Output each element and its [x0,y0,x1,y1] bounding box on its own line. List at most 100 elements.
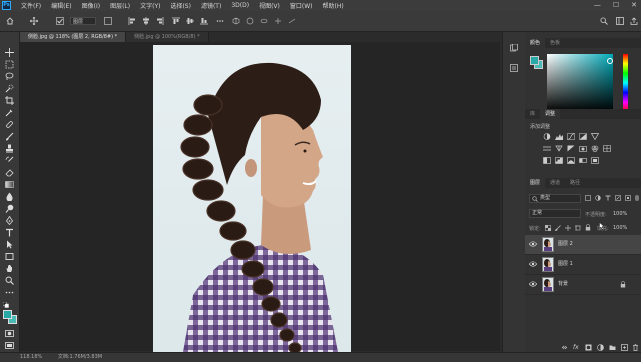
lasso-tool-icon[interactable] [5,72,14,81]
tab-libraries[interactable]: 库 [525,109,540,119]
history-panel-icon[interactable] [510,44,518,52]
black-white-icon[interactable] [567,145,575,152]
threshold-icon[interactable] [567,157,575,164]
exposure-icon[interactable] [579,133,587,140]
clone-stamp-tool-icon[interactable] [5,144,14,153]
3d-mode-icon[interactable] [232,17,240,25]
align-center-icon[interactable] [142,17,150,25]
pen-tool-icon[interactable] [5,216,14,225]
align-left-icon[interactable] [128,17,136,25]
more-tools-icon[interactable] [5,288,14,297]
channel-mixer-icon[interactable] [591,145,599,152]
hue-saturation-icon[interactable] [543,145,551,152]
tab-channels[interactable]: 通道 [545,178,565,188]
filter-toggle[interactable] [635,195,639,201]
visibility-eye-icon[interactable] [529,261,537,267]
history-brush-tool-icon[interactable] [5,156,14,165]
move-tool-icon[interactable] [5,48,14,57]
tab-paths[interactable]: 路径 [565,178,585,188]
invert-icon[interactable] [543,157,551,164]
layer-row[interactable]: 图层 1 [525,255,641,275]
menu-select[interactable]: 选择(S) [170,1,191,10]
path-selection-tool-icon[interactable] [5,240,14,249]
auto-select-target-dropdown[interactable]: 图层 [70,17,96,25]
menu-image[interactable]: 图像(I) [82,1,100,10]
document-image[interactable] [153,45,351,352]
hand-tool-icon[interactable] [5,264,14,273]
link-layers-icon[interactable] [561,344,568,351]
color-lookup-icon[interactable] [603,145,611,152]
layer-row[interactable]: 背景 [525,275,641,295]
lock-transparent-pixels-icon[interactable] [545,225,551,231]
eyedropper-tool-icon[interactable] [5,108,14,117]
tab-color[interactable]: 颜色 [525,38,546,48]
home-icon[interactable] [6,17,14,25]
3d-drag-icon[interactable] [274,17,282,25]
levels-icon[interactable] [555,133,563,140]
filter-shape-icon[interactable] [615,195,621,201]
opacity-value[interactable]: 100% [613,211,627,217]
crop-tool-icon[interactable] [5,96,14,105]
menu-type[interactable]: 文字(Y) [140,1,160,10]
quick-mask-icon[interactable] [5,329,14,338]
lock-image-pixels-icon[interactable] [555,225,561,231]
layer-style-icon[interactable]: fx [573,344,579,351]
filter-type-icon[interactable] [605,195,611,201]
brightness-contrast-icon[interactable] [543,133,551,140]
align-bottom-icon[interactable] [200,17,208,25]
add-mask-icon[interactable] [585,344,592,351]
menu-3d[interactable]: 3D(D) [231,2,249,9]
curves-icon[interactable] [567,133,575,140]
selective-color-icon[interactable] [591,157,599,164]
foreground-color-swatch[interactable] [3,310,12,319]
move-tool-icon[interactable] [30,17,38,25]
show-transform-controls-checkbox[interactable] [104,17,112,25]
gradient-map-icon[interactable] [579,157,587,164]
lock-all-icon[interactable] [585,224,591,231]
color-panel-foreground-swatch[interactable] [530,56,539,65]
menu-help[interactable]: 帮助(H) [323,1,344,10]
maximize-button[interactable]: ☐ [613,1,619,9]
properties-panel-icon[interactable] [510,64,518,72]
layer-name[interactable]: 图层 1 [558,255,573,274]
rectangle-tool-icon[interactable] [5,252,14,261]
hue-slider[interactable] [623,54,628,112]
menu-layer[interactable]: 图层(L) [110,1,130,10]
screen-mode-icon[interactable] [5,341,14,350]
share-icon[interactable] [630,17,638,25]
eraser-tool-icon[interactable] [5,168,14,177]
lock-artboard-icon[interactable] [575,225,581,231]
3d-roll-icon[interactable] [260,17,268,25]
filter-smart-object-icon[interactable] [625,195,631,201]
align-top-icon[interactable] [172,17,180,25]
zoom-tool-icon[interactable] [5,276,14,285]
healing-brush-tool-icon[interactable] [5,120,14,129]
visibility-eye-icon[interactable] [529,241,537,247]
tab-document-1[interactable]: 侧脸.jpg @ 118% (图层 2, RGB/8#) * [20,32,127,42]
new-group-icon[interactable] [609,344,616,351]
align-middle-icon[interactable] [186,17,194,25]
gradient-tool-icon[interactable] [5,180,14,189]
minimize-button[interactable]: — [594,1,601,9]
new-layer-icon[interactable] [621,344,628,351]
tab-swatches[interactable]: 色板 [545,38,565,48]
filter-adjustment-icon[interactable] [595,195,601,201]
type-tool-icon[interactable] [5,228,14,237]
close-button[interactable]: ✕ [631,1,637,9]
tab-document-2[interactable]: 侧脸.jpg @ 100%(RGB/8) * [126,32,209,42]
color-picker-cursor[interactable] [607,58,613,64]
marquee-tool-icon[interactable] [5,60,14,69]
layer-name[interactable]: 背景 [558,275,568,294]
menu-edit[interactable]: 编辑(E) [51,1,71,10]
lock-position-icon[interactable] [565,225,571,231]
auto-select-checkbox[interactable] [56,17,64,25]
layer-row[interactable]: 图层 2 [525,235,641,255]
color-balance-icon[interactable] [555,145,563,152]
search-icon[interactable] [600,17,608,25]
brush-tool-icon[interactable] [5,132,14,141]
align-right-icon[interactable] [156,17,164,25]
visibility-eye-icon[interactable] [529,281,537,287]
menu-filter[interactable]: 滤镜(T) [201,1,221,10]
zoom-level[interactable]: 118.18% [20,354,42,360]
blur-tool-icon[interactable] [5,192,14,201]
